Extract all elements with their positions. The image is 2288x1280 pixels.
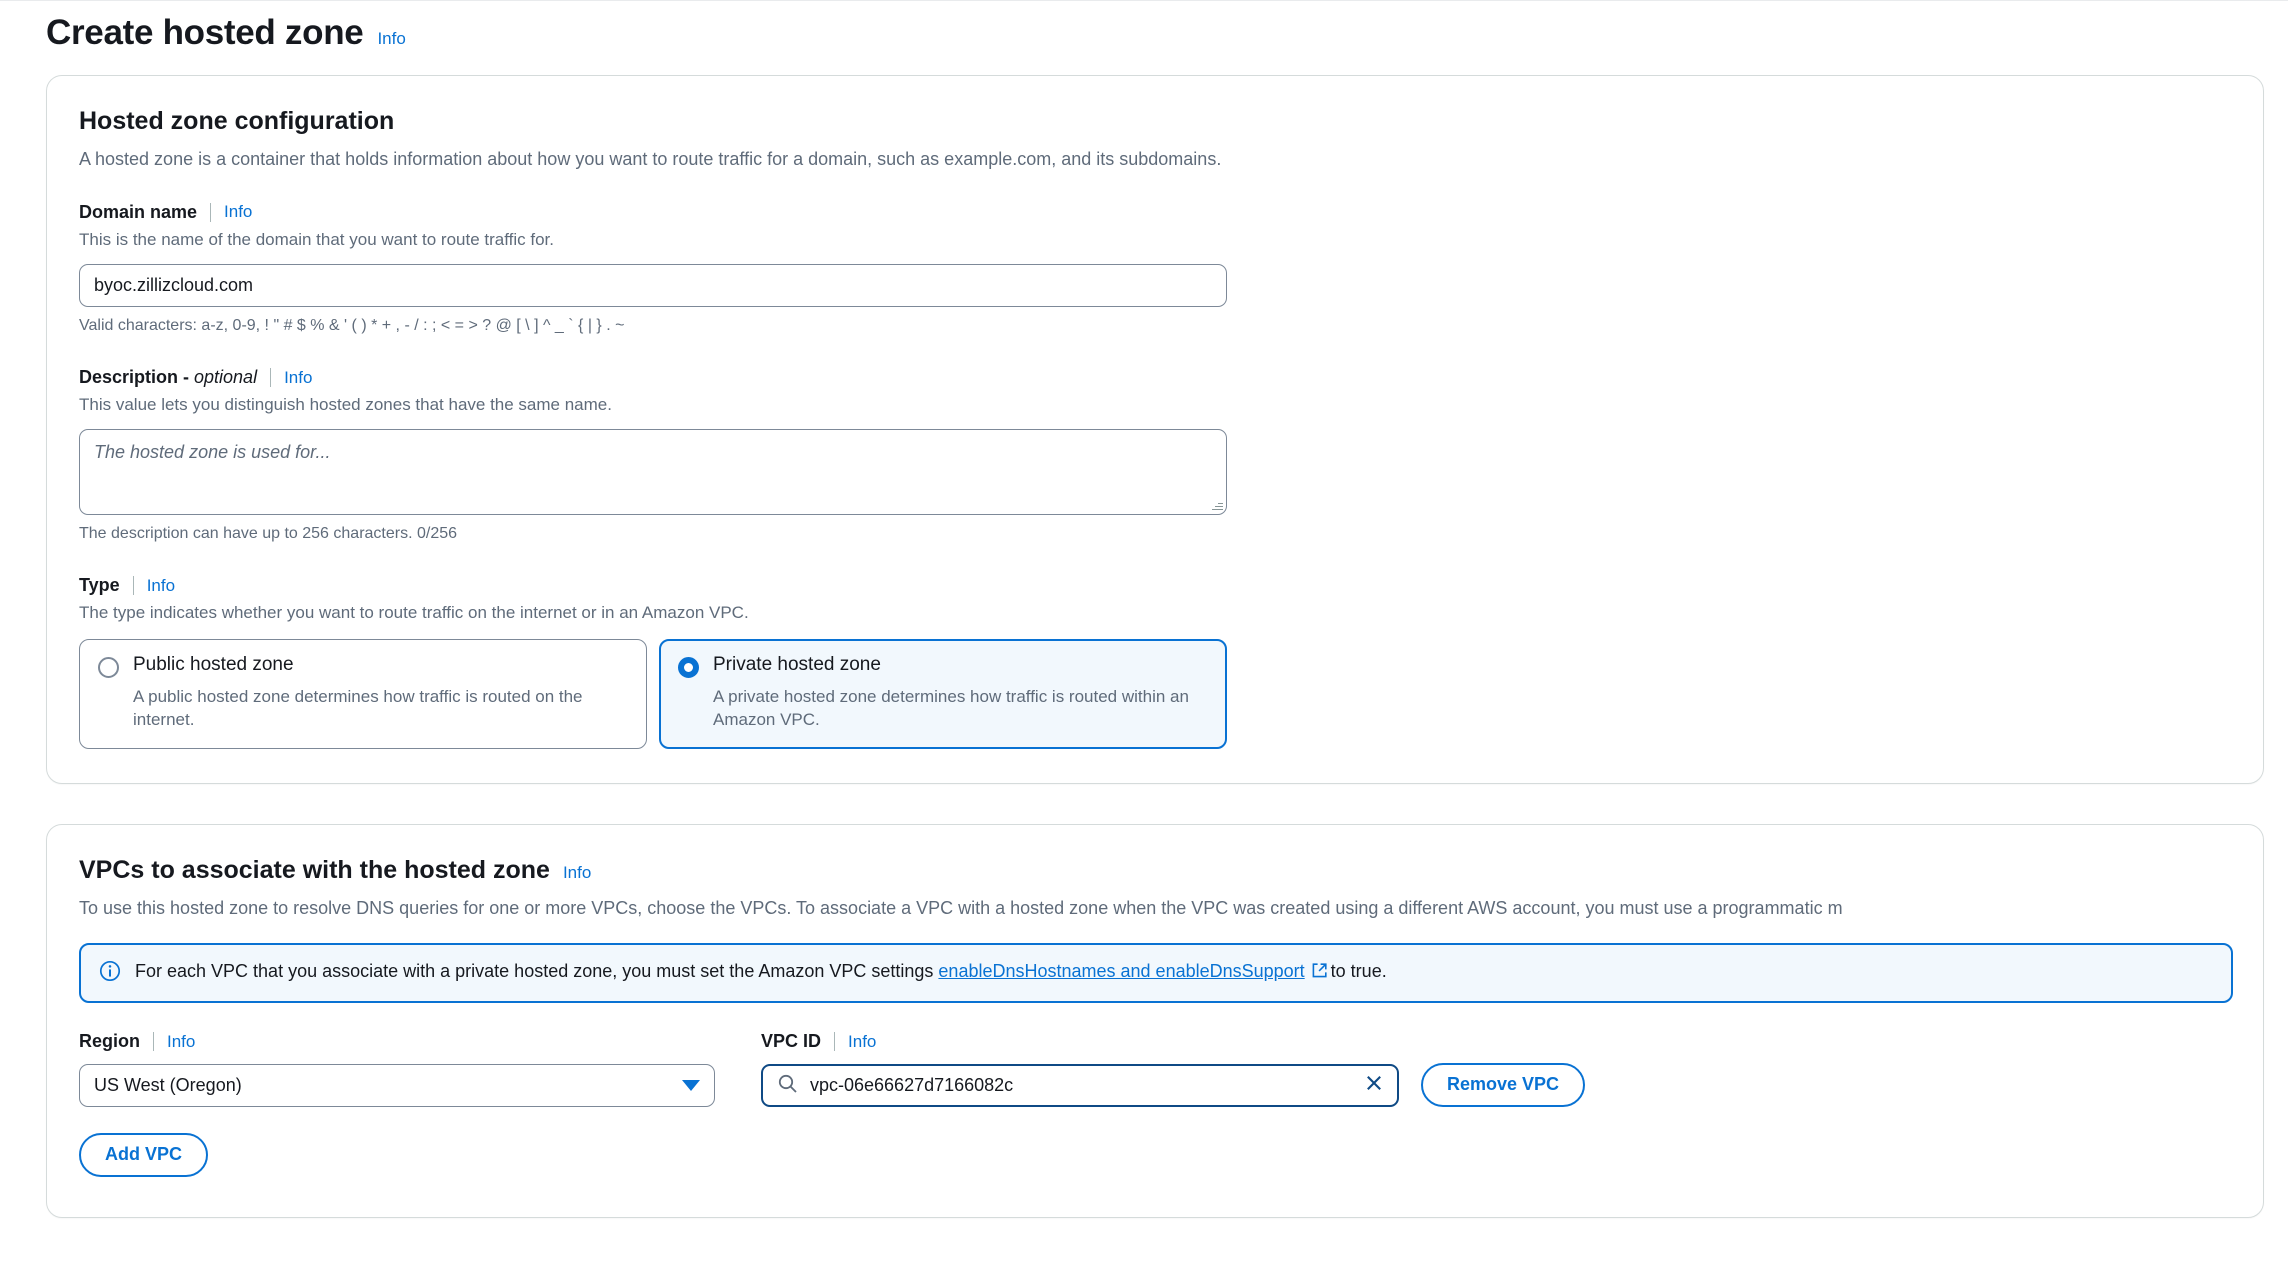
resize-handle-icon[interactable] <box>1211 499 1223 511</box>
description-character-counter: The description can have up to 256 chara… <box>79 524 458 542</box>
radio-icon-private[interactable] <box>678 657 699 679</box>
type-label: Type <box>79 575 120 596</box>
type-description: The type indicates whether you want to r… <box>79 603 749 623</box>
vpc-association-panel: VPCs to associate with the hosted zone I… <box>46 823 2264 1218</box>
vpc-id-label-row: VPC ID Info <box>761 1031 1399 1052</box>
hosted-zone-config-description: A hosted zone is a container that holds … <box>79 148 1222 169</box>
external-link-icon <box>1311 961 1328 986</box>
vpc-section-description: To use this hosted zone to resolve DNS q… <box>79 897 1843 918</box>
vpc-section-heading: VPCs to associate with the hosted zone I… <box>79 855 2231 886</box>
description-info-link[interactable]: Info <box>284 368 312 388</box>
label-divider <box>132 576 134 596</box>
alert-message: For each VPC that you associate with a p… <box>135 959 1387 986</box>
description-label-optional: optional <box>194 367 258 388</box>
region-info-link[interactable]: Info <box>167 1032 195 1052</box>
radio-description-public: A public hosted zone determines how traf… <box>133 686 583 729</box>
top-divider <box>0 0 2288 1</box>
description-label-row: Description - optional Info <box>79 367 2231 388</box>
description-field: Description - optional Info This value l… <box>79 367 2231 545</box>
clear-icon[interactable] <box>1363 1072 1385 1099</box>
vpc-section-title: VPCs to associate with the hosted zone <box>79 855 550 884</box>
add-vpc-wrapper: Add VPC <box>79 1133 2231 1177</box>
domain-name-input-value: byoc.zillizcloud.com <box>94 274 254 295</box>
add-vpc-button[interactable]: Add VPC <box>79 1133 209 1177</box>
domain-name-label-row: Domain name Info <box>79 202 2231 223</box>
region-label-row: Region Info <box>79 1031 737 1052</box>
search-icon <box>777 1073 798 1099</box>
create-hosted-zone-page: Create hosted zone Info Hosted zone conf… <box>0 0 2288 1280</box>
type-label-row: Type Info <box>79 575 2231 596</box>
region-select-value: US West (Oregon) <box>94 1075 242 1096</box>
remove-vpc-column: Remove VPC <box>1421 1031 1586 1107</box>
domain-name-valid-characters-hint: Valid characters: a-z, 0-9, ! " # $ % & … <box>79 316 625 334</box>
type-info-link[interactable]: Info <box>147 576 175 596</box>
vpc-id-column: VPC ID Info vpc-06e66627d7166082c <box>761 1031 1399 1108</box>
label-divider <box>270 368 272 388</box>
description-label-text: Description - <box>79 367 195 388</box>
region-select[interactable]: US West (Oregon) <box>79 1064 715 1108</box>
chevron-down-icon[interactable] <box>682 1080 700 1092</box>
page-title: Create hosted zone <box>46 13 364 52</box>
radio-icon-public[interactable] <box>98 657 119 679</box>
radio-description-private: A private hosted zone determines how tra… <box>713 686 1189 729</box>
vpc-section-info-link[interactable]: Info <box>563 863 591 883</box>
vpc-settings-info-alert: For each VPC that you associate with a p… <box>79 943 2233 1004</box>
hosted-zone-configuration-panel: Hosted zone configuration A hosted zone … <box>46 74 2264 784</box>
label-divider <box>834 1032 836 1052</box>
info-circle-icon <box>99 960 121 987</box>
enable-dns-settings-link[interactable]: enableDnsHostnames and enableDnsSupport <box>938 961 1304 981</box>
alert-text-before: For each VPC that you associate with a p… <box>135 961 939 982</box>
radio-tile-private-hosted-zone[interactable]: Private hosted zone A private hosted zon… <box>659 639 1227 749</box>
vpc-id-label: VPC ID <box>761 1031 822 1052</box>
remove-vpc-button[interactable]: Remove VPC <box>1421 1063 1586 1107</box>
description-description: This value lets you distinguish hosted z… <box>79 395 612 415</box>
alert-text-after: to true. <box>1330 961 1387 982</box>
type-radio-group: Public hosted zone A public hosted zone … <box>79 639 2231 749</box>
vpc-entry-row: Region Info US West (Oregon) VPC ID Info <box>79 1031 2231 1108</box>
hosted-zone-config-title: Hosted zone configuration <box>79 106 395 135</box>
description-textarea-placeholder: The hosted zone is used for... <box>94 441 331 462</box>
radio-label-private: Private hosted zone <box>713 654 881 676</box>
vpc-id-input[interactable]: vpc-06e66627d7166082c <box>761 1064 1399 1108</box>
description-label: Description - optional <box>79 367 257 388</box>
page-info-link[interactable]: Info <box>377 29 405 49</box>
description-textarea[interactable]: The hosted zone is used for... <box>79 428 1227 515</box>
hosted-zone-config-heading: Hosted zone configuration <box>79 106 2231 137</box>
page-header: Create hosted zone Info <box>0 0 2288 53</box>
vpc-id-input-value: vpc-06e66627d7166082c <box>810 1075 1014 1096</box>
radio-tile-public-hosted-zone[interactable]: Public hosted zone A public hosted zone … <box>79 639 647 749</box>
type-field: Type Info The type indicates whether you… <box>79 575 2231 749</box>
region-column: Region Info US West (Oregon) <box>79 1031 737 1108</box>
domain-name-description: This is the name of the domain that you … <box>79 229 554 249</box>
domain-name-info-link[interactable]: Info <box>224 202 252 222</box>
domain-name-label: Domain name <box>79 201 198 222</box>
vpc-id-info-link[interactable]: Info <box>848 1032 876 1052</box>
radio-label-public: Public hosted zone <box>133 654 294 676</box>
label-divider <box>210 202 212 222</box>
domain-name-field: Domain name Info This is the name of the… <box>79 202 2231 337</box>
region-label: Region <box>79 1031 140 1052</box>
domain-name-input[interactable]: byoc.zillizcloud.com <box>79 263 1227 307</box>
label-divider <box>153 1032 154 1052</box>
